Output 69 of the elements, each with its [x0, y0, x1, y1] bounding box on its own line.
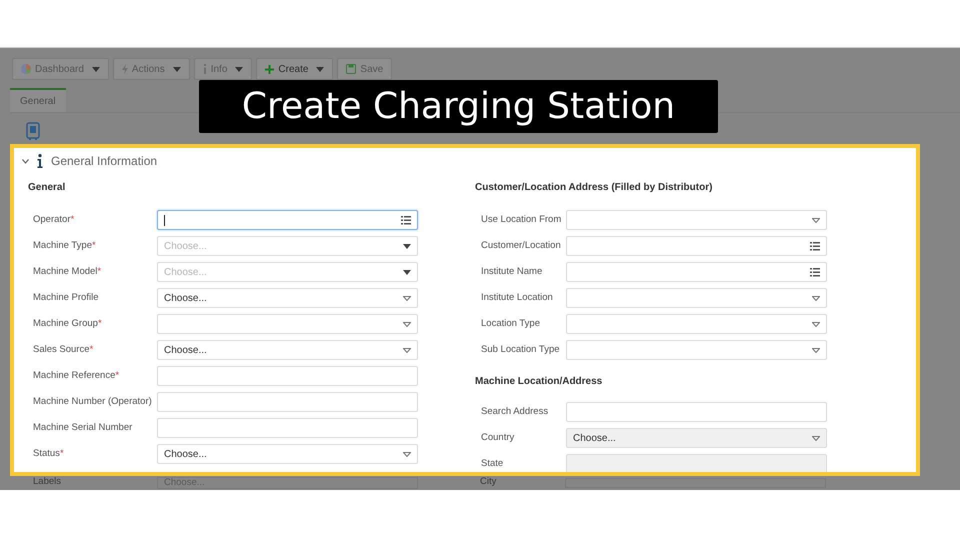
select-field[interactable]: Choose...: [157, 288, 418, 308]
select-field[interactable]: Choose...: [157, 340, 418, 360]
list-icon: [810, 242, 820, 250]
toolbar-button[interactable]: Create: [256, 58, 334, 80]
field-label: Machine Type*: [33, 238, 97, 253]
caret-icon: [403, 348, 411, 352]
input-field[interactable]: [565, 478, 826, 488]
title-banner: Create Charging Station: [199, 80, 718, 133]
field-label: City: [480, 475, 498, 490]
pie-chart-icon: [21, 64, 31, 74]
field-label: Status*: [33, 446, 65, 461]
group-heading: Customer/Location Address (Filled by Distributor): [475, 181, 714, 194]
field-label: Operator*: [33, 212, 76, 227]
section-title: General Information: [51, 153, 158, 170]
field-label: Sub Location Type: [481, 342, 561, 357]
toolbar-button[interactable]: Save: [337, 58, 392, 80]
caret-icon: [812, 436, 820, 440]
field-label: Location Type: [481, 316, 541, 331]
field-label: Labels: [33, 475, 62, 490]
caret-icon: [812, 218, 820, 222]
caret-icon: [812, 322, 820, 326]
toolbar-button[interactable]: Info: [194, 58, 252, 80]
field-label: Institute Location: [481, 290, 554, 305]
field-label: Machine Profile: [33, 290, 100, 305]
caret-icon: [812, 348, 820, 352]
field-label: Search Address: [481, 404, 550, 419]
select-field[interactable]: [566, 288, 827, 308]
caret-icon: [403, 452, 411, 456]
field-label: Machine Serial Number: [33, 420, 134, 435]
toolbar-button[interactable]: Dashboard: [12, 58, 109, 80]
caret-icon: [403, 244, 411, 248]
field-label: Customer/Location: [481, 238, 562, 253]
field-label: Use Location From: [481, 212, 562, 227]
group-heading: Machine Location/Address: [475, 375, 604, 388]
select-field[interactable]: [157, 314, 418, 334]
caret-icon: [812, 296, 820, 300]
select-field[interactable]: [566, 340, 827, 360]
device-icon: [26, 122, 40, 140]
plus-icon: [265, 64, 274, 74]
tab[interactable]: General: [10, 88, 66, 112]
field-label: State: [481, 456, 504, 471]
text-cursor: [164, 214, 165, 226]
list-icon: [810, 268, 820, 276]
select-field[interactable]: Choose...: [157, 262, 418, 282]
group-heading: General: [28, 181, 66, 194]
select-field[interactable]: Choose...: [157, 444, 418, 464]
toolbar-button[interactable]: Actions: [112, 58, 190, 80]
caret-icon: [403, 270, 411, 274]
field-label: Machine Group*: [33, 316, 103, 331]
field-label: Sales Source*: [33, 342, 94, 357]
info-icon: [202, 64, 207, 74]
select-field[interactable]: [566, 236, 827, 256]
lightning-icon: [122, 64, 128, 74]
chevron-icon[interactable]: [22, 158, 29, 164]
select-field[interactable]: [566, 262, 827, 282]
select-field[interactable]: [566, 210, 827, 230]
field-label: Institute Name: [481, 264, 544, 279]
select-field[interactable]: [566, 314, 827, 334]
field-label: Machine Model*: [33, 264, 102, 279]
save-icon: [346, 64, 356, 74]
select-field[interactable]: [157, 210, 418, 230]
info-icon: [37, 154, 43, 168]
field-label: Country: [481, 430, 516, 445]
caret-icon: [403, 322, 411, 326]
field-label: Machine Number (Operator): [33, 394, 153, 409]
caret-icon: [403, 296, 411, 300]
select-field[interactable]: Choose...: [157, 236, 418, 256]
field-label: Machine Reference*: [33, 368, 120, 383]
list-icon: [401, 216, 411, 224]
